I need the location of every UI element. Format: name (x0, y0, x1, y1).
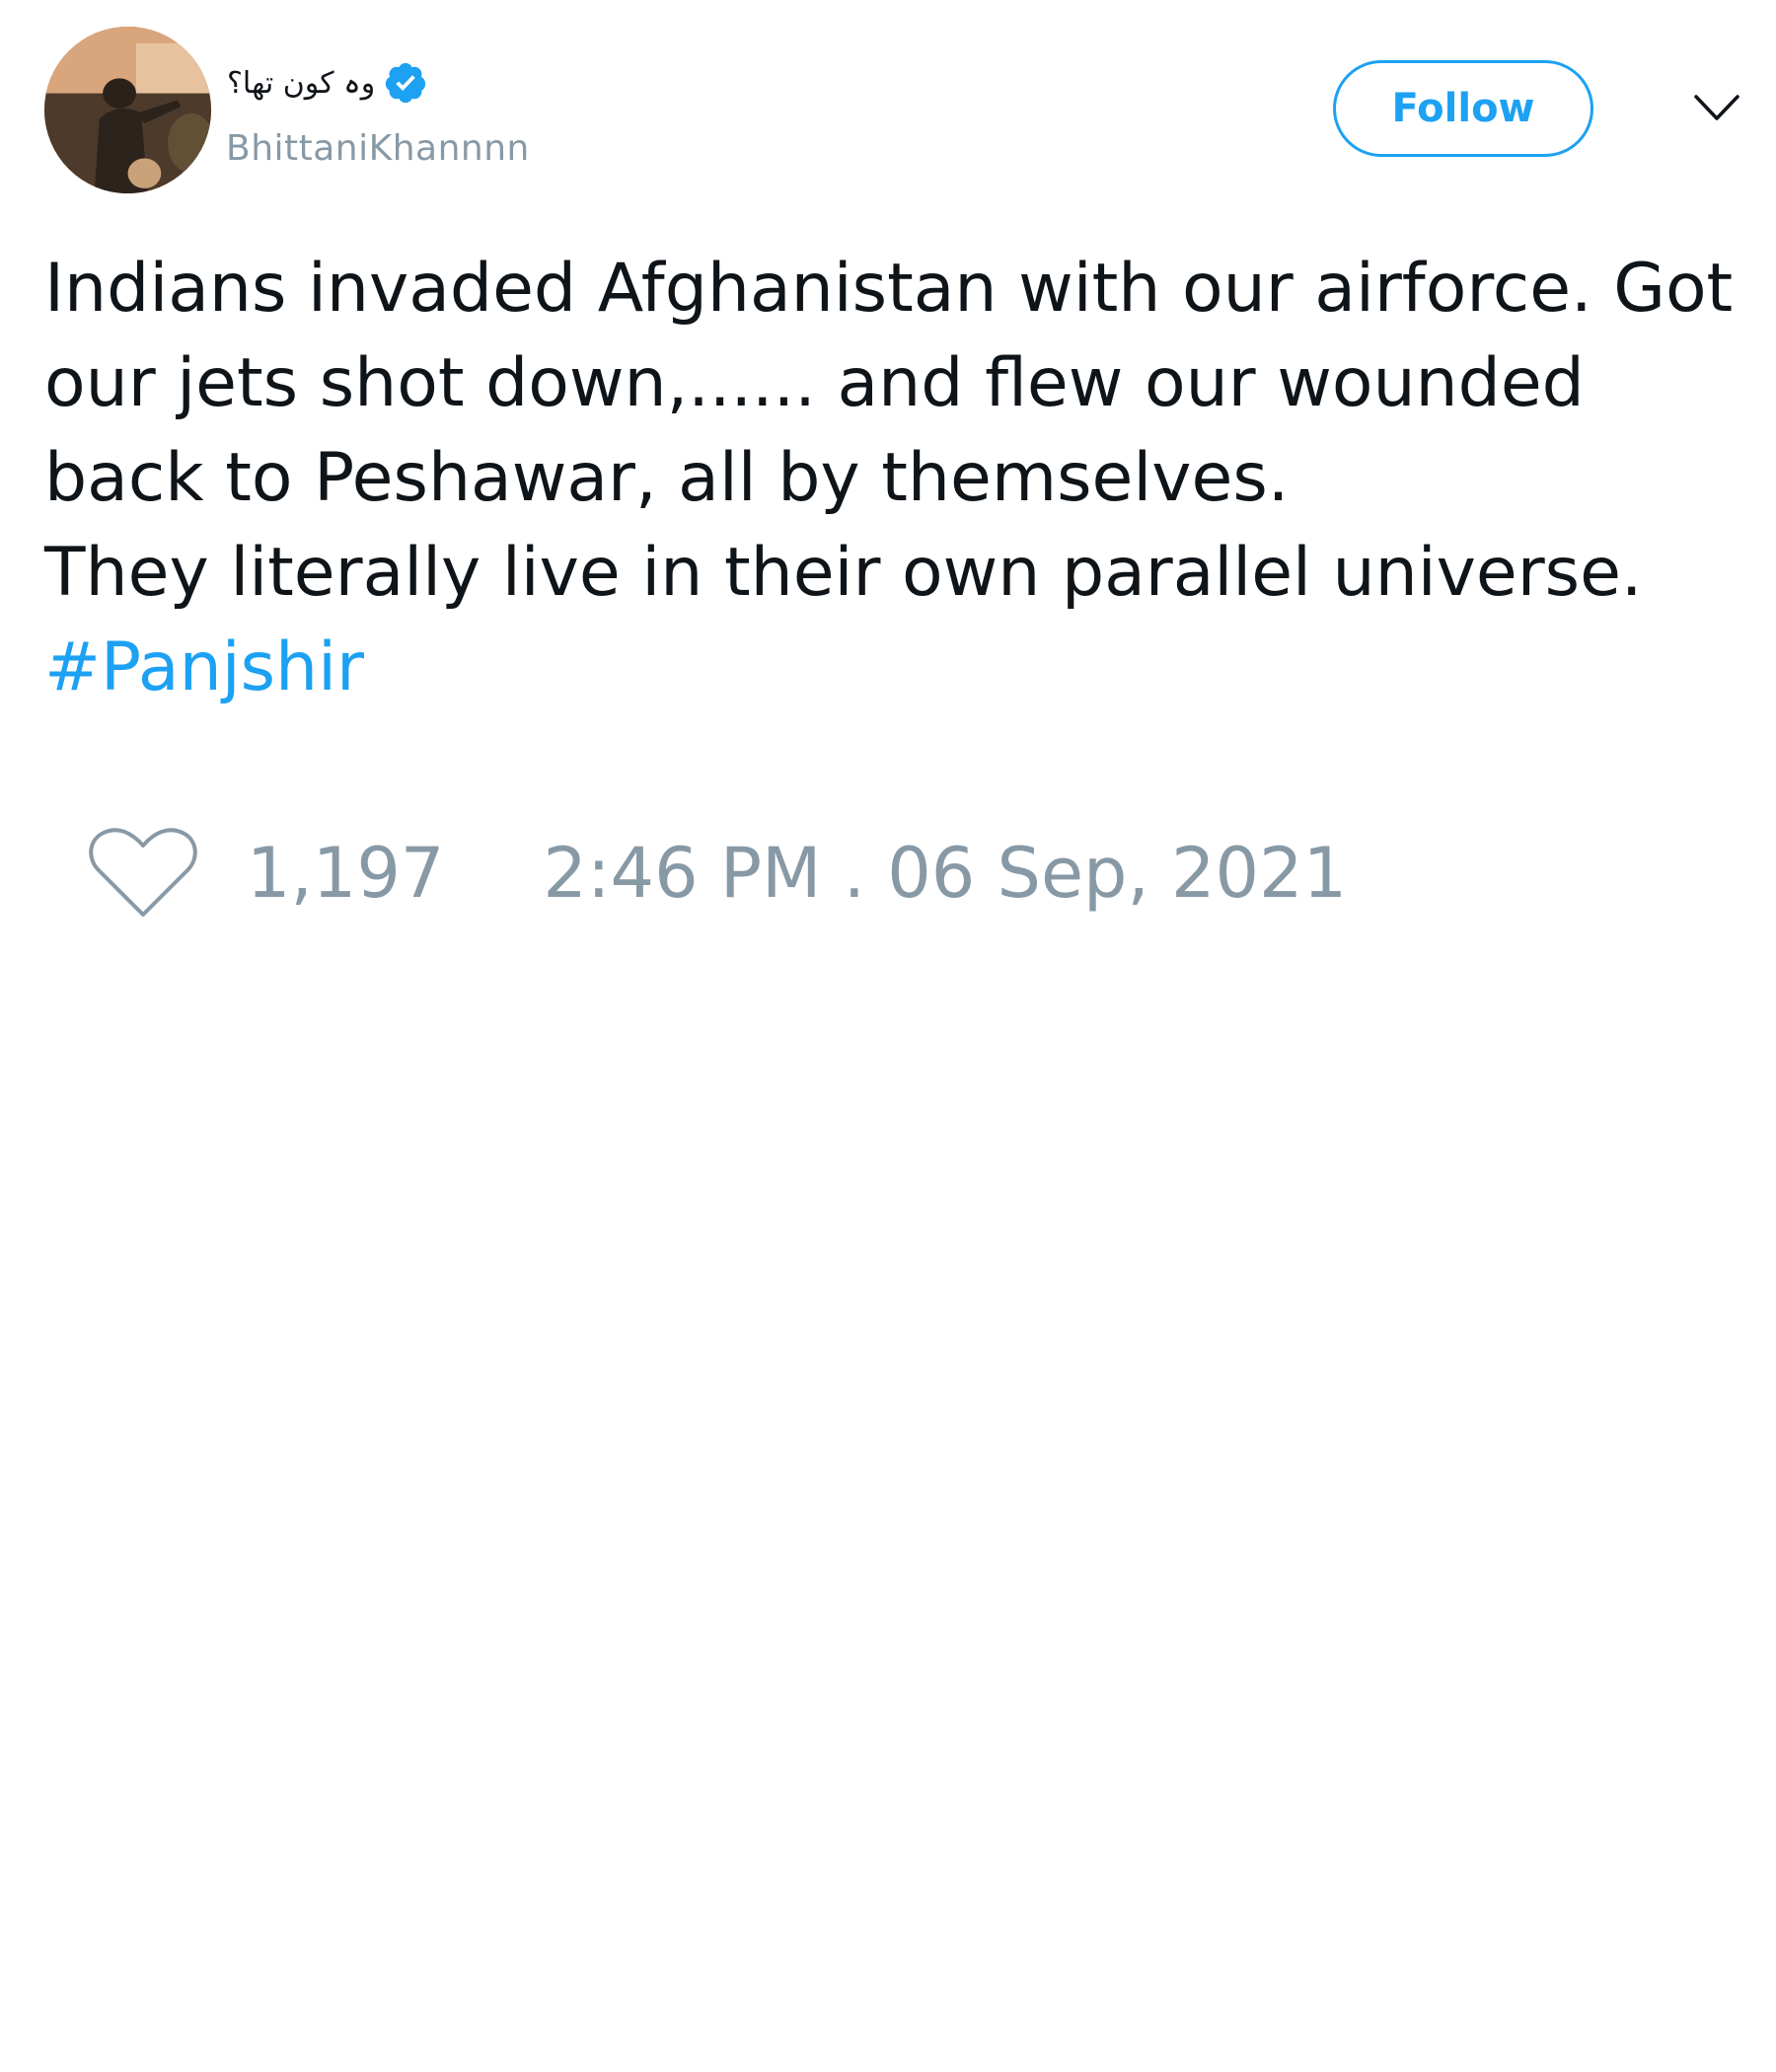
tweet-timestamp[interactable]: 2:46 PM . 06 Sep, 2021 (543, 833, 1347, 914)
display-name-row: وہ کون تھا؟ (227, 61, 428, 105)
tweet-footer: 1,197 2:46 PM . 06 Sep, 2021 (89, 824, 1347, 923)
tweet-text-line: They literally live in their own paralle… (44, 534, 1643, 612)
like-count: 1,197 (247, 833, 445, 914)
verified-badge-icon (383, 60, 428, 106)
user-handle[interactable]: BhittaniKhannnn (226, 128, 530, 169)
tweet-text-line: back to Peshawar, all by themselves. (44, 439, 1290, 517)
tweet-text: Indians invaded Afghanistan with our air… (44, 242, 1771, 715)
tweet-text-line: Indians invaded Afghanistan with our air… (44, 250, 1734, 328)
heart-icon[interactable] (89, 826, 197, 921)
hashtag-link[interactable]: #Panjshir (44, 629, 364, 706)
follow-button[interactable]: Follow (1333, 60, 1593, 157)
tweet-card: وہ کون تھا؟ BhittaniKhannnn Follow India… (0, 0, 1776, 2072)
avatar-photo (44, 27, 211, 193)
avatar[interactable] (44, 27, 211, 193)
chevron-down-icon[interactable] (1692, 89, 1741, 128)
tweet-text-line: our jets shot down,...... and flew our w… (44, 344, 1585, 422)
display-name[interactable]: وہ کون تھا؟ (227, 66, 375, 101)
